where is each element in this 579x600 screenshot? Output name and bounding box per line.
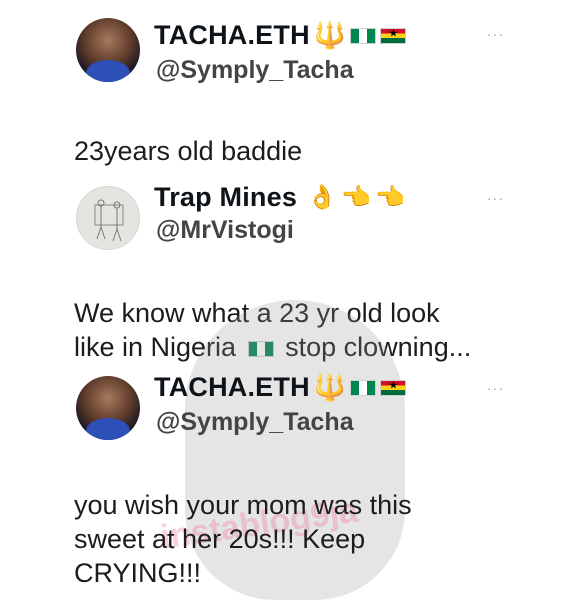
point-left-emoji-icon: 👈 (341, 183, 372, 211)
user-handle[interactable]: @Symply_Tacha (156, 408, 354, 437)
tweet-2: Trap Mines 👌 👈 👈 @MrVistogi ··· We know … (0, 180, 579, 370)
tweet-text: 23years old baddie (74, 136, 303, 166)
ghana-flag-icon (380, 379, 407, 396)
ghana-flag-icon (380, 27, 407, 44)
nigeria-flag-icon (350, 379, 377, 396)
more-options-icon[interactable]: ··· (487, 190, 504, 206)
nigeria-flag-icon (247, 340, 274, 357)
sketch-figures-icon (94, 199, 124, 242)
more-options-icon[interactable]: ··· (487, 26, 504, 42)
nigeria-flag-icon (350, 27, 377, 44)
user-handle[interactable]: @Symply_Tacha (156, 56, 354, 85)
tweet-3: TACHA.ETH 🔱 @Symply_Tacha ··· you wish y… (0, 370, 579, 600)
more-options-icon[interactable]: ··· (487, 380, 504, 396)
tweet-1: TACHA.ETH 🔱 @Symply_Tacha ··· 23years ol… (0, 0, 579, 180)
tweet-text: you wish your mom was this sweet at her … (74, 490, 412, 588)
avatar[interactable] (76, 376, 140, 440)
ok-hand-emoji-icon: 👌 (307, 183, 338, 211)
display-name[interactable]: TACHA.ETH 🔱 (154, 372, 407, 403)
display-name[interactable]: Trap Mines 👌 👈 👈 (154, 182, 405, 213)
tweet-text: We know what a 23 yr old look like in Ni… (74, 298, 472, 362)
point-left-emoji-icon: 👈 (375, 183, 406, 211)
user-handle[interactable]: @MrVistogi (156, 216, 294, 245)
trident-emoji-icon: 🔱 (313, 372, 347, 402)
avatar[interactable] (76, 18, 140, 82)
avatar[interactable] (76, 186, 140, 250)
trident-emoji-icon: 🔱 (313, 20, 347, 50)
display-name[interactable]: TACHA.ETH 🔱 (154, 20, 407, 51)
